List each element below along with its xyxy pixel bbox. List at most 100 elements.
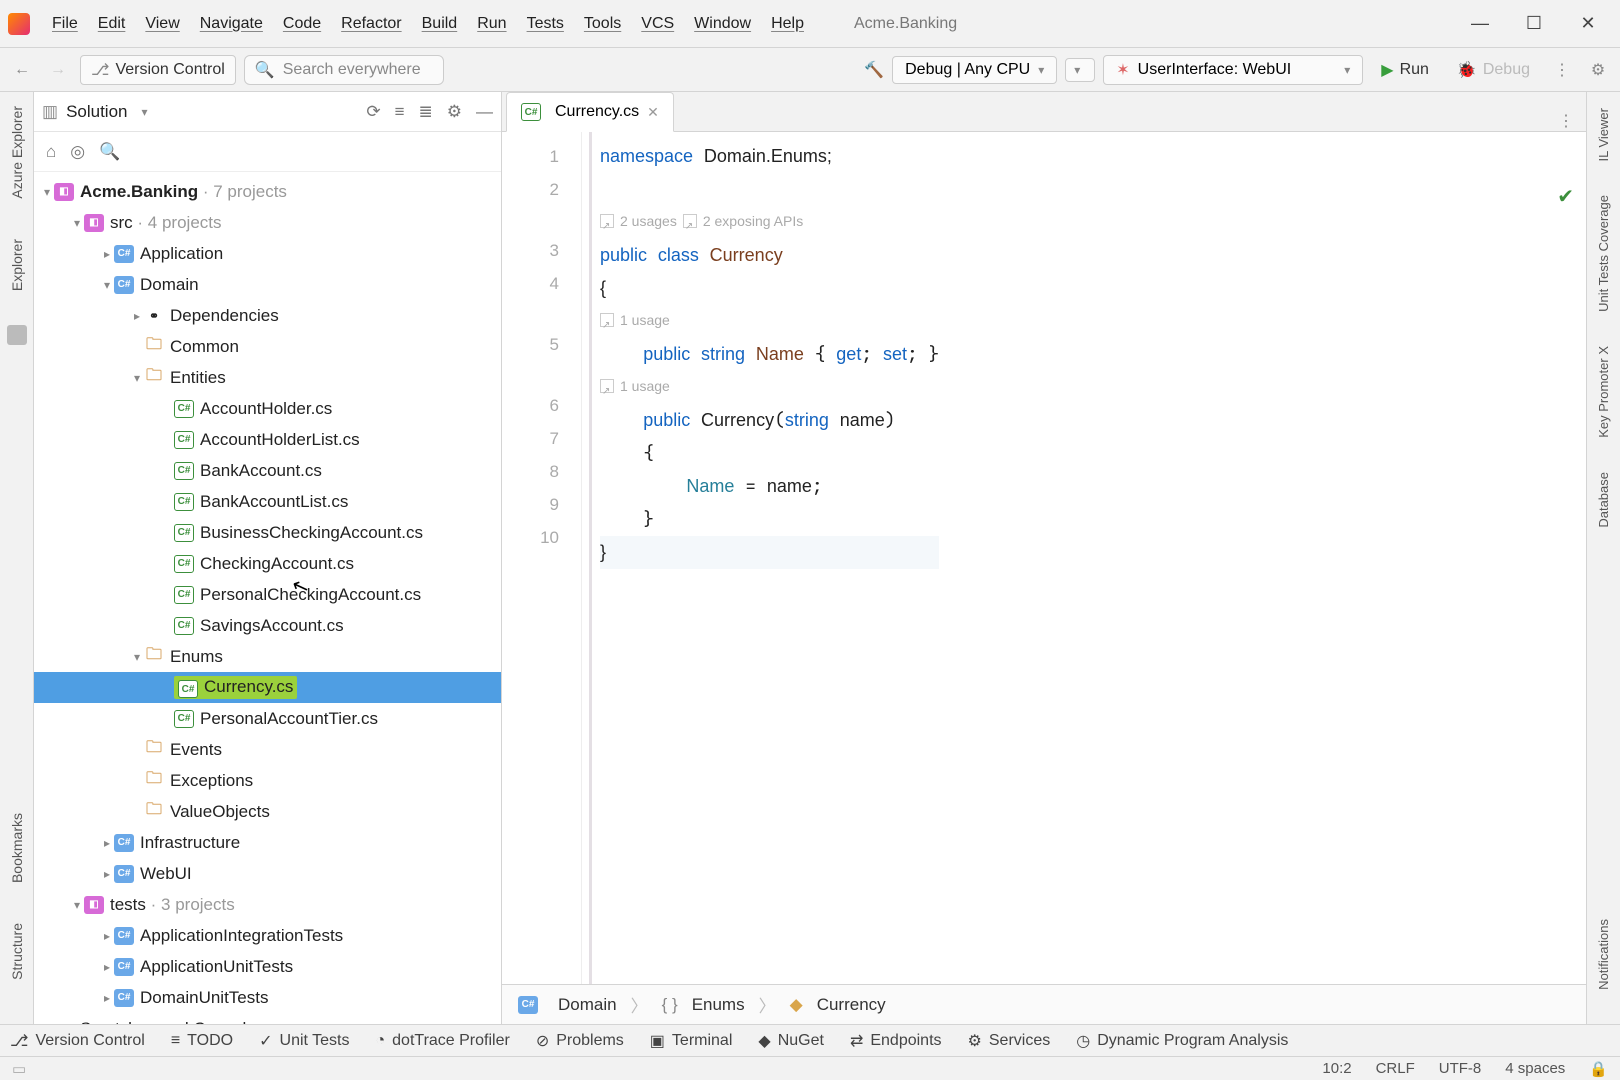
rail-il-viewer[interactable]: IL Viewer [1596, 102, 1611, 167]
bottom-endpoints[interactable]: ⇄Endpoints [850, 1031, 942, 1051]
tree-file[interactable]: C#PersonalCheckingAccount.cs [34, 579, 501, 610]
build-config-dropdown[interactable]: Debug | Any CPU ▾ [892, 56, 1057, 84]
tree-folder-exceptions[interactable]: 🗀Exceptions [34, 765, 501, 796]
menu-view[interactable]: View [135, 11, 189, 37]
rail-azure-explorer[interactable]: Azure Explorer [9, 100, 25, 205]
tree-project-test[interactable]: ▸C#ApplicationUnitTests [34, 951, 501, 982]
solution-tree[interactable]: ▾◧ Acme.Banking · 7 projects ▾◧ src · 4 … [34, 172, 501, 1024]
menu-navigate[interactable]: Navigate [190, 11, 273, 37]
menu-file[interactable]: File [42, 11, 88, 37]
nav-forward-icon[interactable]: → [44, 56, 72, 84]
bottom-terminal[interactable]: ▣Terminal [650, 1031, 733, 1051]
breadcrumb-domain[interactable]: Domain [558, 995, 617, 1015]
chevron-down-icon[interactable]: ▾ [142, 105, 148, 119]
bottom-dottrace[interactable]: ◔dotTrace Profiler [375, 1032, 509, 1050]
menu-vcs[interactable]: VCS [631, 11, 684, 37]
tab-actions-icon[interactable]: ⋮ [1546, 111, 1586, 131]
search-icon[interactable]: 🔍 [99, 142, 120, 162]
breadcrumb-enums[interactable]: Enums [692, 995, 745, 1015]
home-icon[interactable]: ⌂ [46, 142, 56, 162]
more-actions-icon[interactable]: ⋮ [1548, 56, 1576, 84]
window-close-icon[interactable]: ✕ [1578, 13, 1598, 34]
menu-refactor[interactable]: Refactor [331, 11, 411, 37]
menu-tests[interactable]: Tests [517, 11, 574, 37]
run-config-dropdown[interactable]: ✶ UserInterface: WebUI ▾ [1103, 55, 1363, 85]
gear-icon[interactable]: ⚙ [447, 102, 462, 122]
cs-file-icon: C# [174, 431, 194, 449]
code-area[interactable]: namespace Domain.Enums; 2 usages 2 expos… [594, 132, 939, 984]
history-dropdown[interactable]: ▾ [1065, 58, 1095, 82]
window-maximize-icon[interactable]: ☐ [1524, 13, 1544, 34]
tree-folder-enums[interactable]: ▾🗀Enums [34, 641, 501, 672]
menu-run[interactable]: Run [467, 11, 516, 37]
menu-help[interactable]: Help [761, 11, 814, 37]
tree-folder-entities[interactable]: ▾🗀Entities [34, 362, 501, 393]
tree-project-test[interactable]: ▸C#DomainUnitTests [34, 982, 501, 1013]
status-eol[interactable]: CRLF [1376, 1060, 1415, 1077]
tree-file[interactable]: C#BankAccountList.cs [34, 486, 501, 517]
tree-solution-root[interactable]: ▾◧ Acme.Banking · 7 projects [34, 176, 501, 207]
menu-build[interactable]: Build [412, 11, 468, 37]
tree-file[interactable]: C#AccountHolderList.cs [34, 424, 501, 455]
close-tab-icon[interactable]: ✕ [647, 104, 659, 121]
bottom-nuget[interactable]: ◆NuGet [758, 1031, 824, 1051]
tree-file[interactable]: C#BankAccount.cs [34, 455, 501, 486]
rail-structure[interactable]: Structure [9, 917, 25, 986]
rail-unit-tests-coverage[interactable]: Unit Tests Coverage [1596, 189, 1611, 318]
window-minimize-icon[interactable]: ― [1470, 13, 1490, 34]
menu-code[interactable]: Code [273, 11, 331, 37]
rail-database[interactable]: Database [1596, 466, 1611, 534]
target-icon[interactable]: ◎ [70, 142, 85, 162]
expand-icon[interactable]: ≡ [395, 102, 405, 122]
tree-file[interactable]: C#AccountHolder.cs [34, 393, 501, 424]
bottom-todo[interactable]: ≡TODO [171, 1032, 233, 1050]
nav-back-icon[interactable]: ← [8, 56, 36, 84]
editor-tab-currency[interactable]: C# Currency.cs ✕ [506, 92, 674, 132]
run-button[interactable]: ▶ Run [1371, 56, 1439, 84]
tree-project-test[interactable]: ▸C#ApplicationIntegrationTests [34, 920, 501, 951]
tree-folder-events[interactable]: 🗀Events [34, 734, 501, 765]
bottom-dpa[interactable]: ◷Dynamic Program Analysis [1076, 1031, 1288, 1051]
tree-file[interactable]: C#BusinessCheckingAccount.cs [34, 517, 501, 548]
sync-icon[interactable]: ⟳ [366, 102, 380, 122]
tree-src-folder[interactable]: ▾◧ src · 4 projects [34, 207, 501, 238]
tree-folder-common[interactable]: 🗀Common [34, 331, 501, 362]
bottom-unit-tests[interactable]: ✓Unit Tests [259, 1031, 349, 1051]
menu-tools[interactable]: Tools [574, 11, 631, 37]
rail-notifications[interactable]: Notifications [1596, 913, 1611, 996]
tree-project-infrastructure[interactable]: ▸C#Infrastructure [34, 827, 501, 858]
search-everywhere[interactable]: 🔍 Search everywhere [244, 55, 444, 85]
menu-edit[interactable]: Edit [88, 11, 136, 37]
hammer-icon[interactable]: 🔨 [864, 60, 884, 80]
collapse-icon[interactable]: ≣ [419, 102, 433, 122]
tree-project-webui[interactable]: ▸C#WebUI [34, 858, 501, 889]
menu-window[interactable]: Window [684, 11, 761, 37]
lock-icon[interactable]: 🔒 [1589, 1060, 1608, 1078]
status-indent[interactable]: 4 spaces [1505, 1060, 1565, 1077]
bottom-version-control[interactable]: ⎇Version Control [10, 1031, 145, 1051]
tree-project-domain[interactable]: ▾C# Domain [34, 269, 501, 300]
rail-bookmarks[interactable]: Bookmarks [9, 807, 25, 889]
rail-key-promoter[interactable]: Key Promoter X [1596, 340, 1611, 444]
tree-project-application[interactable]: ▸C# Application [34, 238, 501, 269]
status-caret[interactable]: 10:2 [1322, 1060, 1351, 1077]
rail-square-icon[interactable] [7, 325, 27, 345]
minimize-panel-icon[interactable]: — [476, 102, 493, 122]
status-icon[interactable]: ▭ [12, 1060, 26, 1078]
tree-scratches[interactable]: ▸▭Scratches and Consoles [34, 1013, 501, 1024]
tree-file-currency[interactable]: C#Currency.cs [34, 672, 501, 703]
tree-file[interactable]: C#PersonalAccountTier.cs [34, 703, 501, 734]
settings-toolbar-icon[interactable]: ⚙ [1584, 56, 1612, 84]
status-encoding[interactable]: UTF-8 [1439, 1060, 1482, 1077]
debug-button[interactable]: 🐞 Debug [1447, 56, 1540, 84]
tree-file[interactable]: C#CheckingAccount.cs [34, 548, 501, 579]
breadcrumb-currency[interactable]: Currency [817, 995, 886, 1015]
rail-explorer[interactable]: Explorer [9, 233, 25, 297]
bottom-problems[interactable]: ⊘Problems [536, 1031, 624, 1051]
tree-folder-valueobjects[interactable]: 🗀ValueObjects [34, 796, 501, 827]
vcs-button[interactable]: ⎇ Version Control [80, 55, 236, 85]
bottom-services[interactable]: ⚙Services [968, 1031, 1051, 1051]
tree-tests-folder[interactable]: ▾◧ tests · 3 projects [34, 889, 501, 920]
tree-dependencies[interactable]: ▸⚭ Dependencies [34, 300, 501, 331]
tree-file[interactable]: C#SavingsAccount.cs [34, 610, 501, 641]
